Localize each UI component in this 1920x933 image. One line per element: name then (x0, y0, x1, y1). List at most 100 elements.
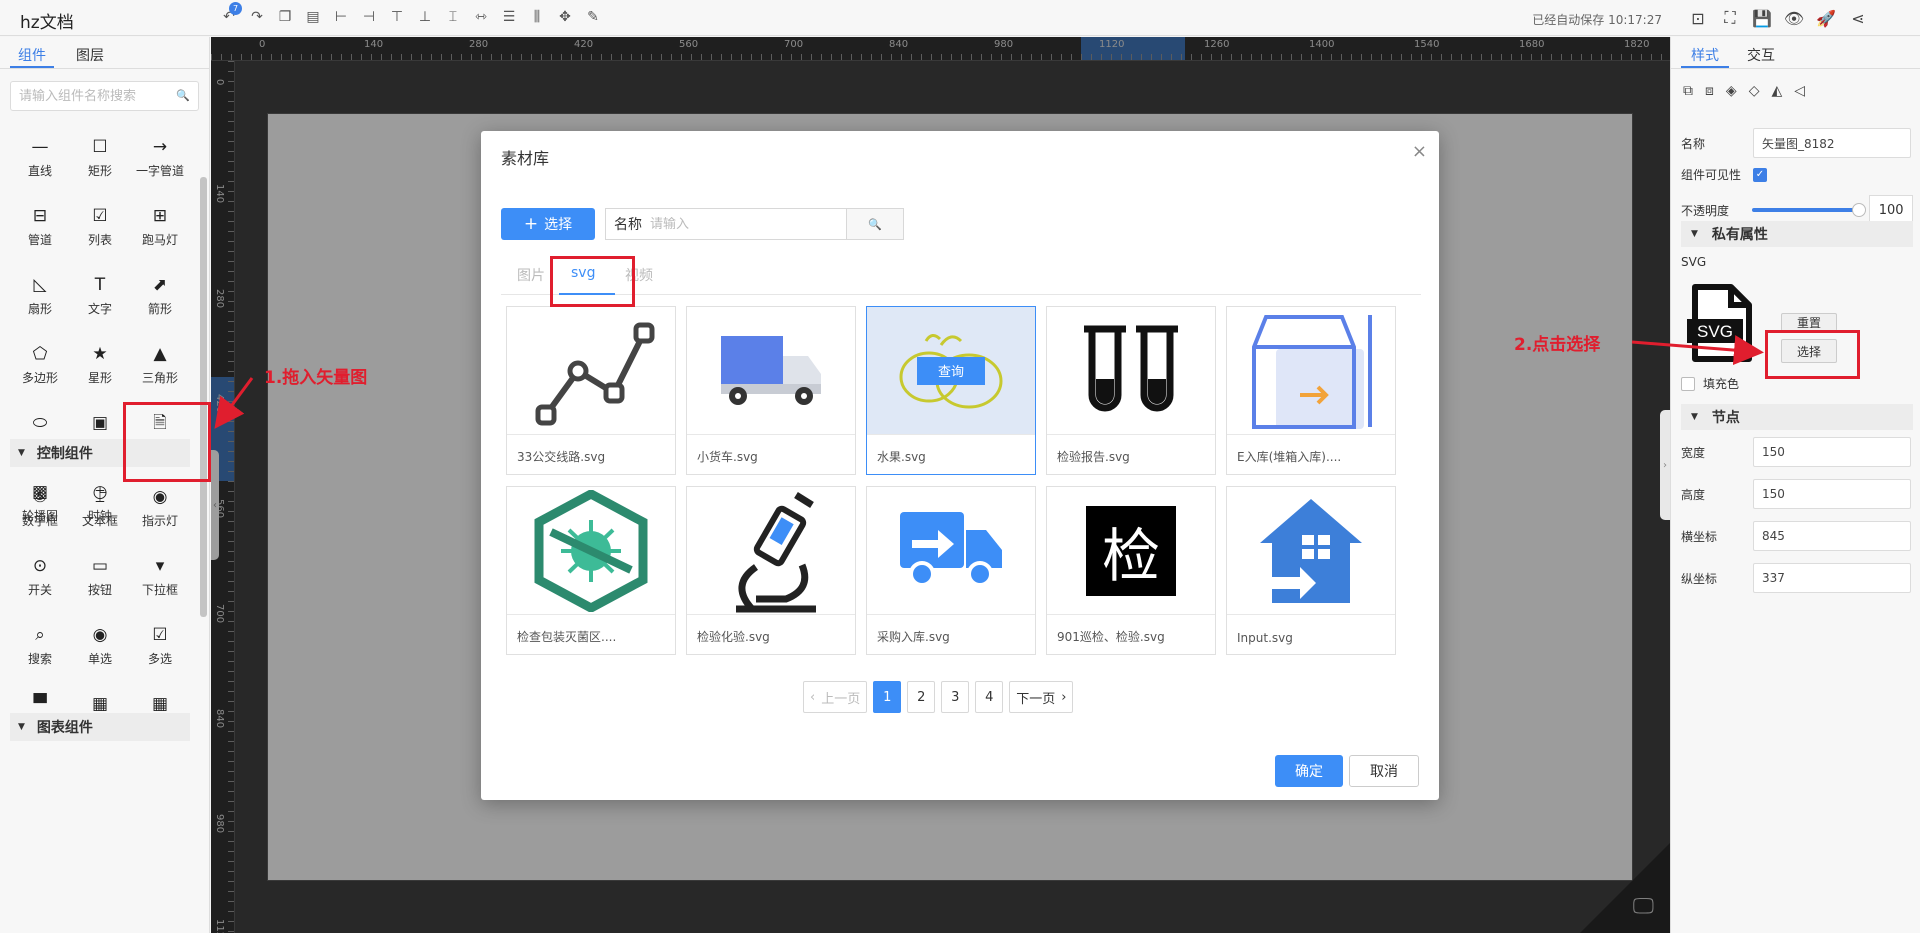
search-icon[interactable]: 🔍 (176, 89, 190, 102)
component-radio[interactable]: ◉ 单选 (70, 611, 130, 680)
tab-interaction[interactable]: 交互 (1737, 37, 1785, 68)
confirm-button[interactable]: 确定 (1275, 755, 1343, 787)
resolution-icon[interactable]: ⊡ (1686, 6, 1710, 30)
asset-card[interactable]: 检 901巡检、检验.svg (1046, 486, 1216, 655)
tab-images[interactable]: 图片 (517, 265, 545, 285)
component-text[interactable]: T 文字 (70, 261, 130, 330)
asset-card[interactable]: 采购入库.svg (866, 486, 1036, 655)
layer-down-icon[interactable]: ◇ (1749, 83, 1760, 99)
move-icon[interactable]: ✥ (554, 6, 576, 28)
page-2[interactable]: 2 (907, 681, 936, 713)
component-arrow-right[interactable]: → 一字管道 (130, 123, 190, 192)
name-search-input[interactable] (650, 216, 800, 232)
close-icon[interactable]: × (1412, 141, 1427, 162)
chart-section-header[interactable]: ▼ 图表组件 (10, 713, 190, 741)
asset-card[interactable]: Input.svg (1226, 486, 1396, 655)
component-rect[interactable]: ☐ 矩形 (70, 123, 130, 192)
prev-page-button[interactable]: ‹ 上一页 (803, 681, 868, 713)
name-field[interactable]: 矢量图_8182 (1753, 128, 1911, 158)
send-back-icon[interactable]: ⧈ (1705, 83, 1714, 99)
align-left-icon[interactable]: ⊢ (330, 6, 352, 28)
component-list[interactable]: ☑ 列表 (70, 192, 130, 261)
asset-card-selected[interactable]: 查询 水果.svg (866, 306, 1036, 475)
component-number-box[interactable]: ⑤ 数字框 (10, 473, 70, 542)
layer-up-icon[interactable]: ◈ (1726, 83, 1737, 99)
opacity-slider-knob[interactable] (1852, 203, 1867, 217)
page-3[interactable]: 3 (941, 681, 970, 713)
query-button[interactable]: 查询 (917, 356, 985, 385)
asset-card[interactable]: 33公交线路.svg (506, 306, 676, 475)
align-bottom-icon[interactable]: ⊥ (414, 6, 436, 28)
component-star[interactable]: ★ 星形 (70, 330, 130, 399)
component-arrow-diagonal[interactable]: ⬈ 箭形 (130, 261, 190, 330)
component-search-input[interactable] (11, 82, 171, 110)
page-4[interactable]: 4 (975, 681, 1004, 713)
align-right-icon[interactable]: ⊣ (358, 6, 380, 28)
tab-style[interactable]: 样式 (1681, 37, 1729, 68)
publish-rocket-icon[interactable]: 🚀 (1814, 6, 1838, 30)
redo-icon[interactable]: ↷ (246, 6, 268, 28)
component-label: 多选 (147, 652, 172, 666)
fit-screen-icon[interactable]: ⛶ (1718, 6, 1742, 30)
component-label: 扇形 (27, 302, 52, 316)
visible-checkbox[interactable]: ✓ (1753, 167, 1767, 182)
component-search[interactable]: ⌕ 搜索 (10, 611, 70, 680)
component-label: 指示灯 (141, 514, 178, 528)
component-polygon[interactable]: ⬠ 多边形 (10, 330, 70, 399)
component-checkbox[interactable]: ☑ 多选 (130, 611, 190, 680)
collapse-right-handle[interactable]: › (1660, 410, 1670, 520)
component-triangle[interactable]: ▲ 三角形 (130, 330, 190, 399)
asset-card[interactable]: 检查包装灭菌区.... (506, 486, 676, 655)
private-section-header[interactable]: ▼ 私有属性 (1681, 221, 1913, 247)
y-field[interactable]: 337 (1753, 563, 1911, 593)
tab-layers[interactable]: 图层 (68, 37, 112, 68)
brush-icon[interactable]: ✎ (582, 6, 604, 28)
component-line[interactable]: — 直线 (10, 123, 70, 192)
tab-components[interactable]: 组件 (10, 37, 54, 68)
undo-icon[interactable]: ↶ 7 (218, 2, 242, 28)
search-button[interactable]: 🔍 (847, 208, 904, 240)
component-indicator[interactable]: ◉ 指示灯 (130, 473, 190, 542)
preview-eye-icon[interactable]: 👁 (1782, 6, 1806, 30)
left-scrollbar[interactable] (200, 177, 207, 617)
asset-card[interactable]: E入库(堆箱入库).... (1226, 306, 1396, 475)
flip-h-icon[interactable]: ◭ (1771, 83, 1782, 99)
width-field[interactable]: 150 (1753, 437, 1911, 467)
asset-card[interactable]: 检验报告.svg (1046, 306, 1216, 475)
height-field[interactable]: 150 (1753, 479, 1911, 509)
upload-select-button[interactable]: + 选择 (501, 208, 595, 240)
fill-checkbox[interactable] (1681, 376, 1695, 391)
asset-thumb (687, 487, 855, 615)
flip-v-icon[interactable]: ◁ (1794, 83, 1805, 99)
component-dropdown[interactable]: ▾ 下拉框 (130, 542, 190, 611)
next-page-button[interactable]: 下一页 › (1009, 681, 1074, 713)
bring-front-icon[interactable]: ⧉ (1683, 83, 1693, 99)
component-sector[interactable]: ◺ 扇形 (10, 261, 70, 330)
reset-button[interactable]: 重置 (1781, 313, 1837, 331)
asset-card[interactable]: 小货车.svg (686, 306, 856, 475)
component-switch[interactable]: ⊙ 开关 (10, 542, 70, 611)
page-1[interactable]: 1 (873, 681, 902, 713)
component-button[interactable]: ▭ 按钮 (70, 542, 130, 611)
component-label: 多边形 (21, 371, 58, 385)
opacity-slider[interactable] (1752, 203, 1867, 217)
align-top-icon[interactable]: ⊤ (386, 6, 408, 28)
distribute-h-icon[interactable]: ⇿ (470, 6, 492, 28)
radio-icon: ◉ (92, 625, 108, 645)
component-pipe[interactable]: ⊟ 管道 (10, 192, 70, 261)
x-field[interactable]: 845 (1753, 521, 1911, 551)
spacing-icon[interactable]: ⫼ (526, 6, 548, 28)
copy-icon[interactable]: ❐ (274, 6, 296, 28)
node-section-header[interactable]: ▼ 节点 (1681, 404, 1913, 430)
save-icon[interactable]: 💾 (1750, 6, 1774, 30)
asset-card[interactable]: 检验化验.svg (686, 486, 856, 655)
highlight-select-button (1765, 330, 1860, 379)
distribute-v-icon[interactable]: ☰ (498, 6, 520, 28)
paste-icon[interactable]: ▤ (302, 6, 324, 28)
align-center-icon[interactable]: ⌶ (442, 6, 464, 28)
component-marquee[interactable]: ⊞ 跑马灯 (130, 192, 190, 261)
cancel-button[interactable]: 取消 (1349, 755, 1419, 787)
component-textbox[interactable]: ⌶ 文本框 (70, 473, 130, 542)
chart-section-title: 图表组件 (36, 720, 93, 736)
share-icon[interactable]: ⋖ (1846, 6, 1870, 30)
